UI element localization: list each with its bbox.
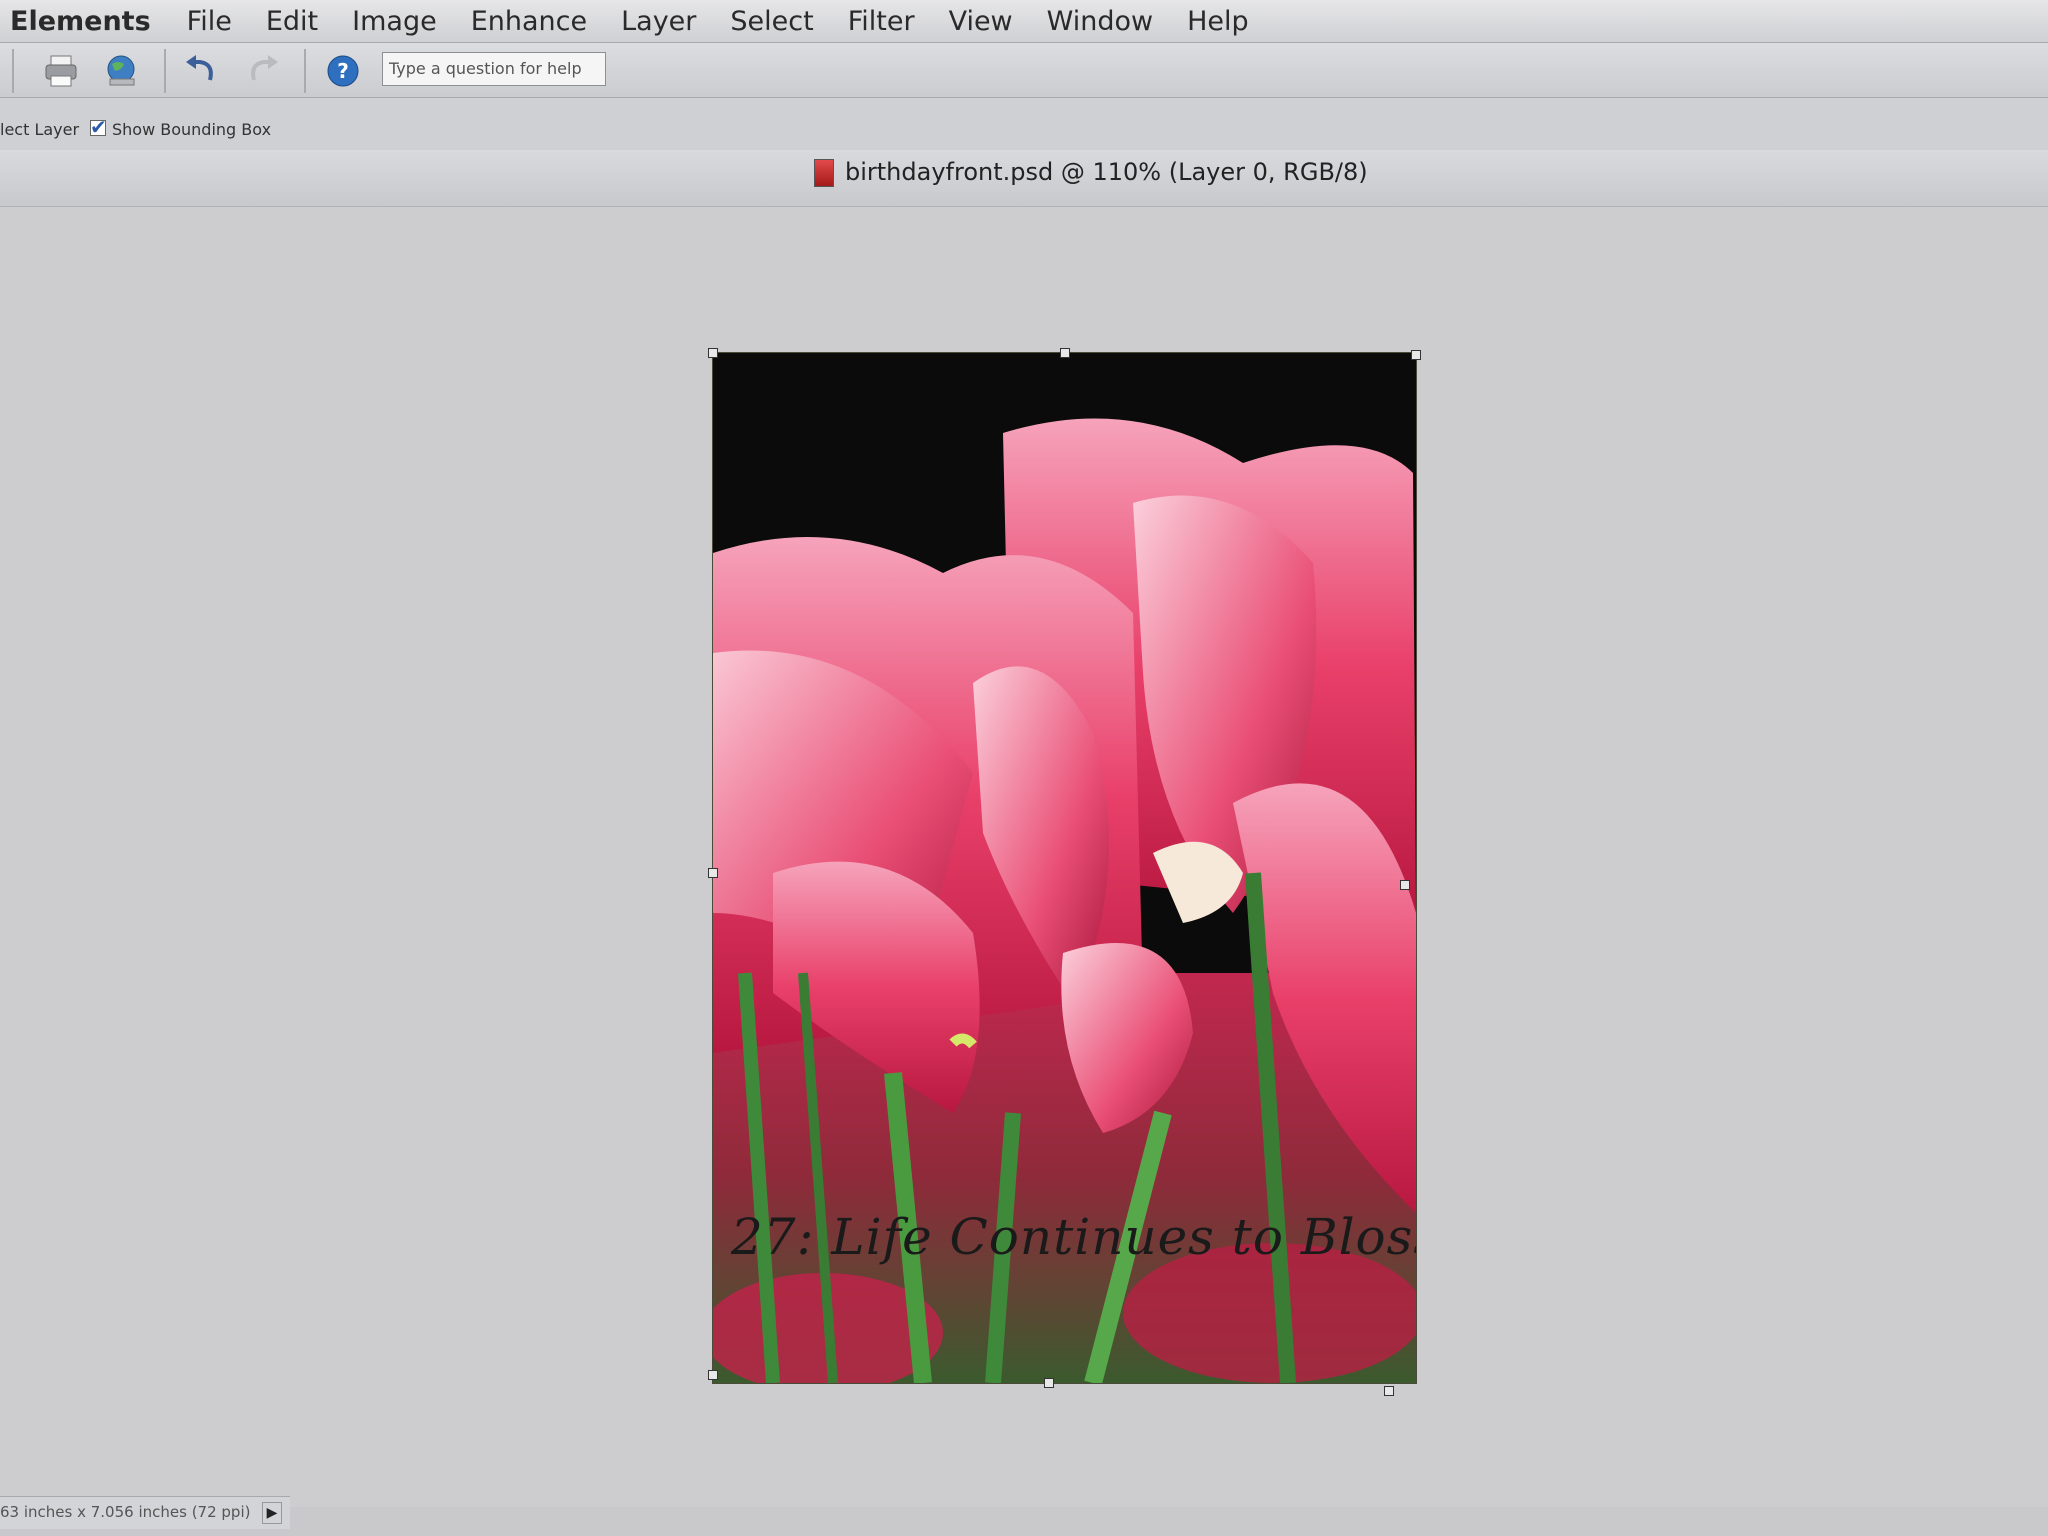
bounding-box-handle-bottom-right[interactable] bbox=[1384, 1386, 1394, 1396]
bounding-box-handle-top[interactable] bbox=[1060, 348, 1070, 358]
psd-file-icon bbox=[814, 159, 834, 187]
show-bounding-box-label: Show Bounding Box bbox=[112, 120, 272, 139]
help-icon[interactable]: ? bbox=[324, 52, 362, 90]
toolbar-separator bbox=[164, 49, 166, 93]
menu-enhance[interactable]: Enhance bbox=[471, 6, 587, 37]
document-title-bar: birthdayfront.psd @ 110% (Layer 0, RGB/8… bbox=[0, 150, 2048, 207]
document-title: birthdayfront.psd @ 110% (Layer 0, RGB/8… bbox=[845, 158, 1368, 186]
menu-window[interactable]: Window bbox=[1047, 6, 1153, 37]
show-bounding-box-checkbox[interactable]: ✔ bbox=[90, 115, 107, 139]
menu-edit[interactable]: Edit bbox=[266, 6, 318, 37]
toolbar-separator bbox=[12, 49, 14, 93]
bounding-box-handle-bottom-left[interactable] bbox=[708, 1370, 718, 1380]
help-search-input[interactable]: Type a question for help bbox=[382, 52, 606, 86]
menu-file[interactable]: File bbox=[187, 6, 232, 37]
auto-select-layer-label: lect Layer bbox=[0, 120, 80, 139]
bounding-box-handle-top-right[interactable] bbox=[1411, 350, 1421, 360]
bounding-box-handle-bottom[interactable] bbox=[1044, 1378, 1054, 1388]
menu-filter[interactable]: Filter bbox=[848, 6, 915, 37]
checkmark-icon: ✔ bbox=[90, 115, 107, 139]
document-canvas-image[interactable]: 27: Life Continues to Blossom bbox=[713, 353, 1416, 1383]
bounding-box-handle-right[interactable] bbox=[1400, 880, 1410, 890]
bounding-box-handle-top-left[interactable] bbox=[708, 348, 718, 358]
undo-icon[interactable] bbox=[182, 52, 220, 90]
menu-help[interactable]: Help bbox=[1187, 6, 1249, 37]
share-globe-icon[interactable] bbox=[102, 52, 140, 90]
redo-icon[interactable] bbox=[244, 52, 282, 90]
status-bar: 63 inches x 7.056 inches (72 ppi) ▶ bbox=[0, 1496, 290, 1529]
menu-image[interactable]: Image bbox=[352, 6, 437, 37]
card-caption-text: 27: Life Continues to Blossom bbox=[731, 1208, 1416, 1266]
menu-view[interactable]: View bbox=[949, 6, 1013, 37]
menu-select[interactable]: Select bbox=[730, 6, 813, 37]
svg-text:?: ? bbox=[337, 59, 349, 83]
menu-layer[interactable]: Layer bbox=[621, 6, 696, 37]
menu-bar: Elements File Edit Image Enhance Layer S… bbox=[0, 0, 2048, 43]
toolbar-separator bbox=[304, 49, 306, 93]
status-menu-arrow-icon[interactable]: ▶ bbox=[262, 1502, 282, 1524]
menu-app-elements[interactable]: Elements bbox=[10, 6, 151, 37]
document-dimensions: 63 inches x 7.056 inches (72 ppi) bbox=[0, 1503, 251, 1521]
main-toolbar: ? Type a question for help bbox=[0, 43, 2048, 98]
bounding-box-handle-left[interactable] bbox=[708, 868, 718, 878]
print-icon[interactable] bbox=[42, 52, 80, 90]
